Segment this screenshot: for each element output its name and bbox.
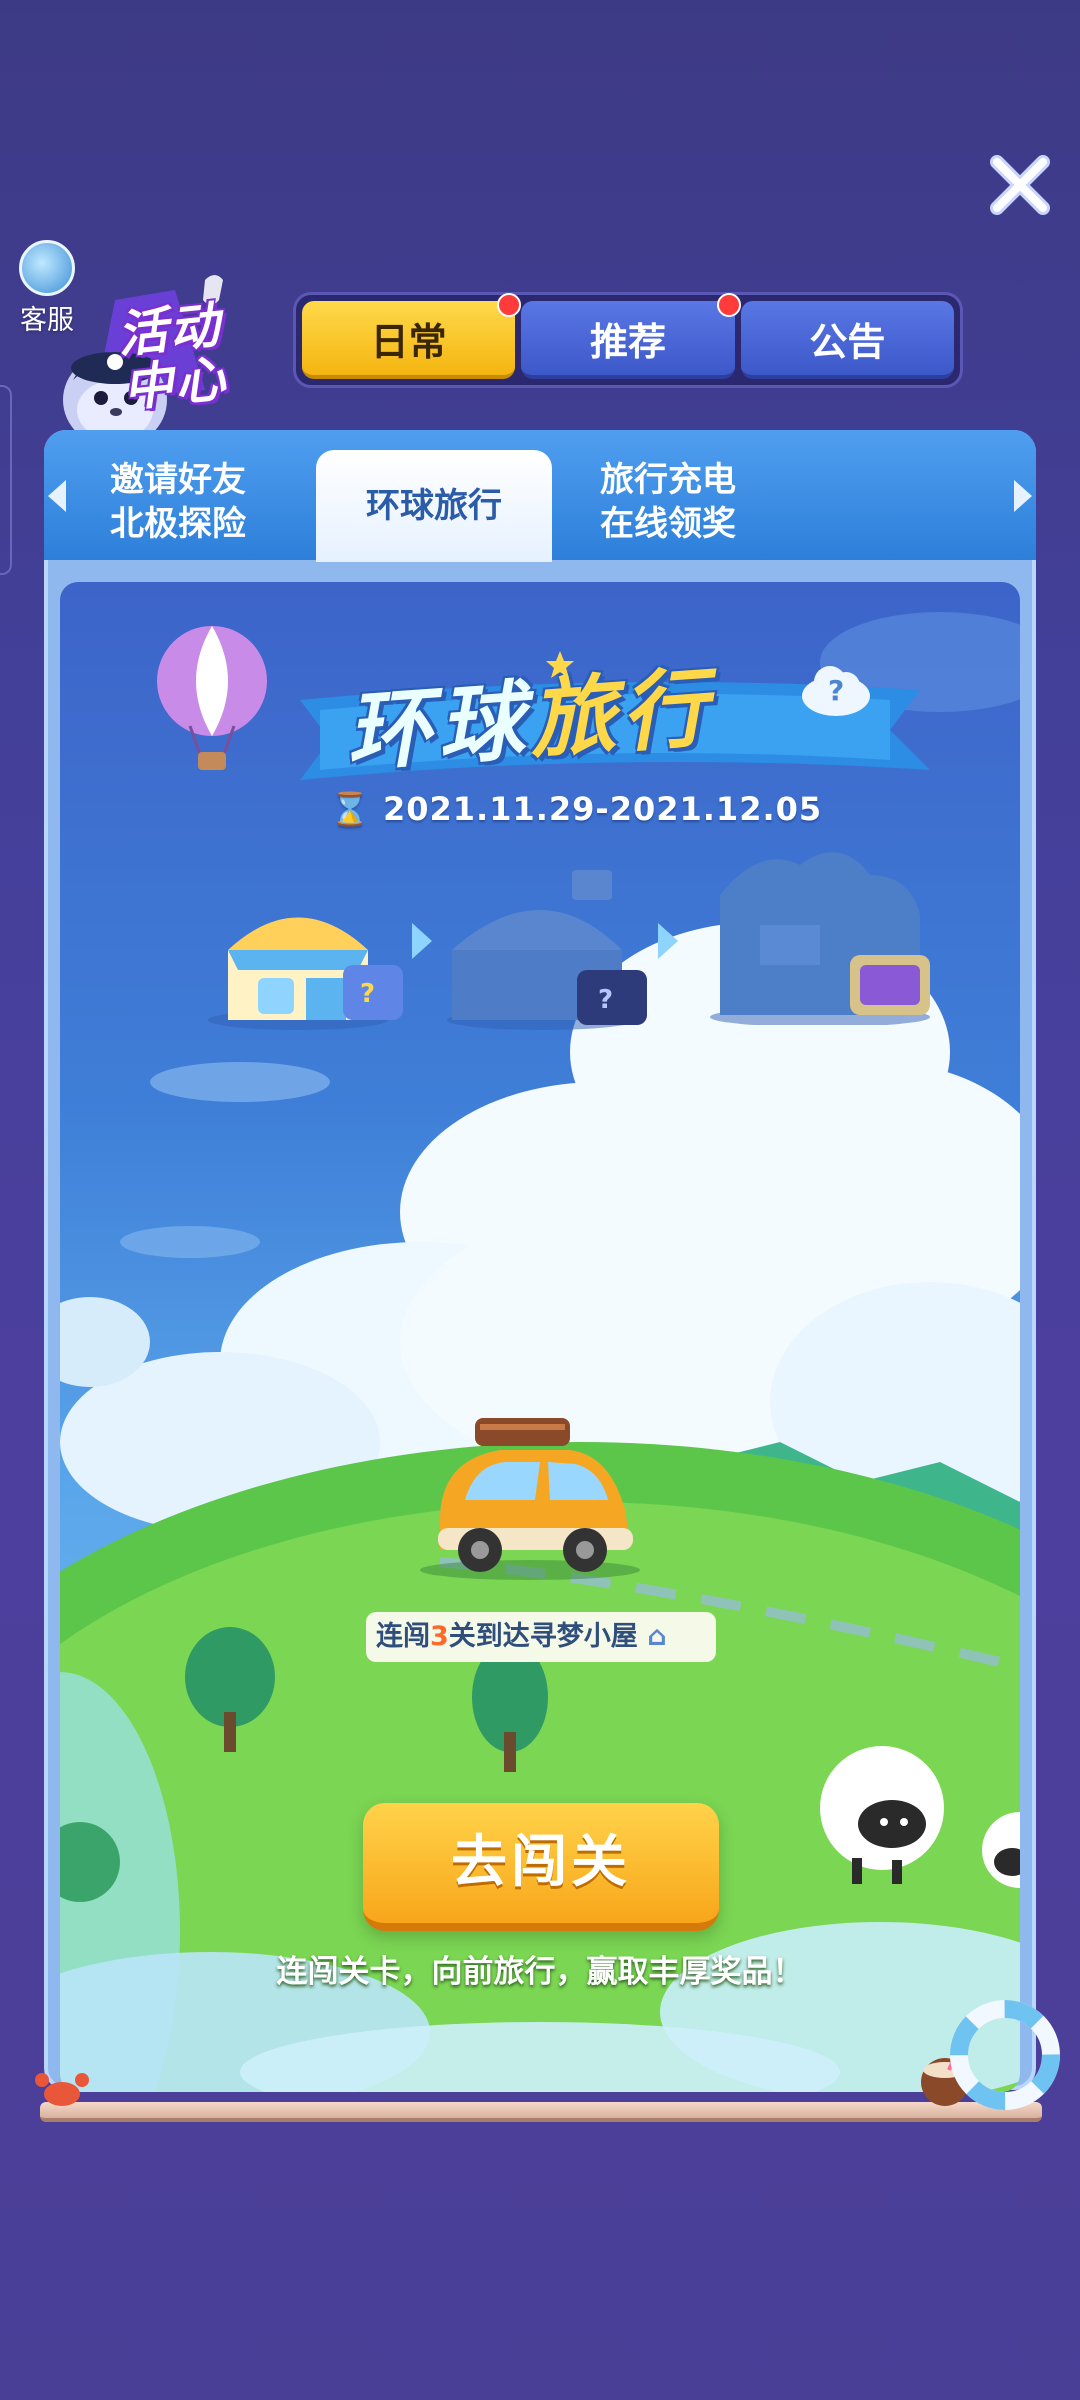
event-date-range: ⌛ 2021.11.29-2021.12.05	[330, 790, 822, 828]
goal-level-count: 3	[430, 1621, 449, 1652]
event-title-part1: 环球	[342, 671, 534, 784]
start-challenge-button[interactable]: 去闯关	[363, 1803, 719, 1931]
tab-daily[interactable]: 日常	[302, 293, 522, 379]
stage-arrow-icon	[412, 923, 432, 959]
sub-tab-charge-line1: 旅行充电	[600, 460, 736, 500]
hot-air-balloon-icon	[157, 626, 267, 770]
stage-arrow-icon	[658, 923, 678, 959]
event-date-text: 2021.11.29-2021.12.05	[382, 790, 823, 828]
sub-tab-charge-line2: 在线领奖	[600, 504, 736, 544]
sheep-icon	[820, 1746, 944, 1884]
close-x-icon[interactable]	[985, 150, 1055, 220]
star-icon	[546, 651, 574, 678]
question-cloud-icon[interactable]: ?	[800, 660, 872, 718]
tab-announcement[interactable]: 公告	[740, 301, 954, 379]
top-tab-bar: 日常 推荐 公告	[293, 292, 963, 388]
goal-suffix: 关到达寻梦小屋	[448, 1621, 638, 1652]
goal-hint-bubble: 连闯3关到达寻梦小屋 ⌂	[366, 1612, 716, 1662]
svg-text:?: ?	[828, 674, 844, 707]
svg-text:?: ?	[598, 985, 613, 1015]
panel-bottom-shelf	[40, 2102, 1042, 2122]
hourglass-icon: ⌛	[330, 790, 371, 828]
notification-dot	[716, 293, 741, 317]
goal-prefix: 连闯	[376, 1621, 430, 1652]
challenge-description: 连闯关卡，向前旅行，赢取丰厚奖品！	[276, 1954, 804, 1990]
stage-dream-house[interactable]	[700, 835, 940, 1025]
activity-center-title: 活动 中心	[115, 292, 285, 418]
tab-recommend[interactable]: 推荐	[521, 293, 741, 379]
dream-house-mini-icon: ⌂	[647, 1621, 667, 1652]
sub-tab-travel-charge[interactable]: 旅行充电 在线领奖	[600, 458, 736, 546]
tab-recommend-label: 推荐	[589, 319, 666, 364]
svg-text:?: ?	[360, 979, 375, 1009]
lifebuoy-icon	[950, 2000, 1060, 2110]
tab-announcement-label: 公告	[809, 319, 886, 364]
sub-tab-world-travel[interactable]: 环球旅行	[316, 450, 552, 562]
side-drawer-handle[interactable]	[0, 385, 12, 575]
crab-icon	[35, 2073, 89, 2106]
stage-shop-house[interactable]: ?	[208, 890, 408, 1030]
sub-tab-invite-line1: 邀请好友	[110, 460, 246, 500]
sub-tab-invite-friends[interactable]: 邀请好友 北极探险	[110, 458, 246, 546]
stage-mid-house[interactable]: ?	[442, 860, 652, 1030]
travel-car-icon	[420, 1418, 640, 1580]
notification-dot	[497, 293, 522, 317]
sub-tab-prev-arrow-icon[interactable]	[48, 480, 66, 512]
sub-tab-invite-line2: 北极探险	[110, 504, 246, 544]
sub-tab-next-arrow-icon[interactable]	[1014, 480, 1032, 512]
tab-daily-label: 日常	[370, 319, 447, 364]
sheep-icon	[982, 1812, 1020, 1888]
event-title: 环球旅行	[341, 637, 717, 787]
